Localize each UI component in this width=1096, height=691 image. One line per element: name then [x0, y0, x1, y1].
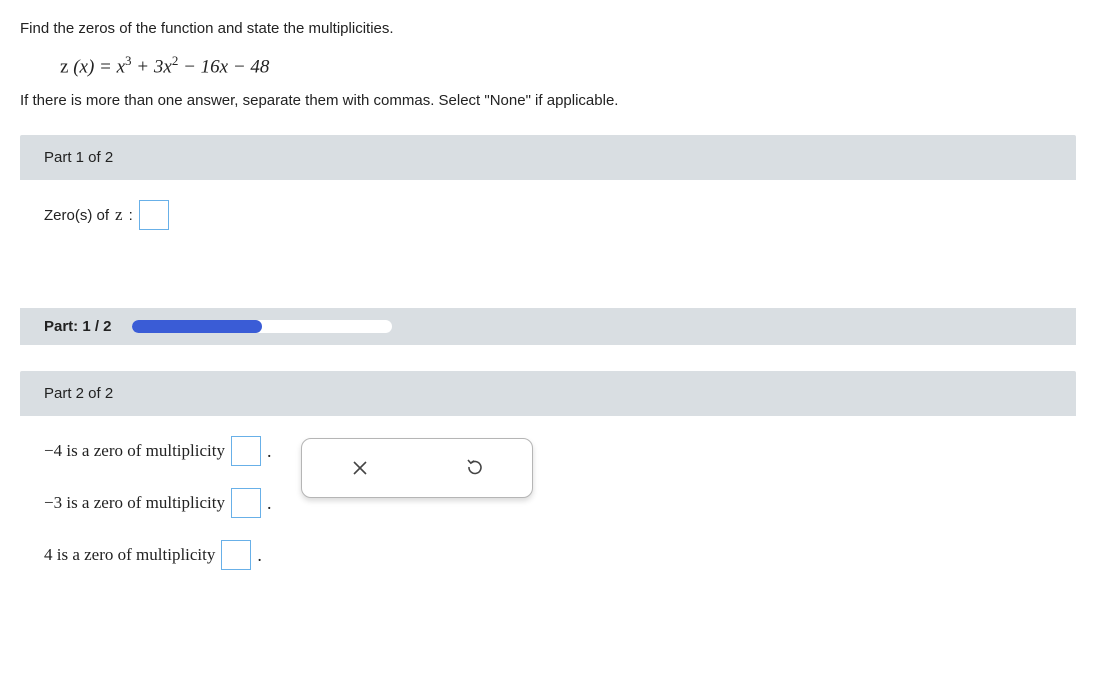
- multiplicity-input-3[interactable]: [221, 540, 251, 570]
- multiplicity-input-2[interactable]: [231, 488, 261, 518]
- multiplicity-input-1[interactable]: [231, 436, 261, 466]
- part-1-header: Part 1 of 2: [20, 135, 1076, 180]
- zeros-label-fn: z: [115, 205, 123, 225]
- progress-bar-section: Part: 1 / 2: [20, 308, 1076, 345]
- part-1-body: Zero(s) of z:: [20, 180, 1076, 282]
- progress-fill: [132, 320, 262, 333]
- question-prompt: Find the zeros of the function and state…: [20, 20, 1076, 37]
- multiplicity-row: 4 is a zero of multiplicity .: [44, 540, 271, 570]
- zero-text-1: is a zero of multiplicity: [62, 441, 225, 460]
- zero-text-3: is a zero of multiplicity: [53, 545, 216, 564]
- multiplicity-row: −4 is a zero of multiplicity .: [44, 436, 271, 466]
- question-instruction: If there is more than one answer, separa…: [20, 92, 1076, 109]
- zero-value-1: −4: [44, 441, 62, 460]
- undo-icon: [465, 458, 485, 478]
- zeros-label-suffix: :: [129, 207, 133, 224]
- zeros-input[interactable]: [139, 200, 169, 230]
- zero-value-3: 4: [44, 545, 53, 564]
- part-2-header: Part 2 of 2: [20, 371, 1076, 416]
- progress-track: [132, 320, 392, 333]
- zeros-label-prefix: Zero(s) of: [44, 207, 109, 224]
- progress-label: Part: 1 / 2: [44, 318, 112, 335]
- period: .: [267, 441, 272, 462]
- multiplicity-row: −3 is a zero of multiplicity .: [44, 488, 271, 518]
- function-formula: z (x) = x3 + 3x2 − 16x − 48: [60, 53, 1076, 78]
- answer-toolbox: [301, 438, 533, 498]
- part-2-body: −4 is a zero of multiplicity . −3 is a z…: [20, 416, 1076, 622]
- reset-button[interactable]: [417, 439, 532, 497]
- zero-text-2: is a zero of multiplicity: [62, 493, 225, 512]
- clear-button[interactable]: [302, 439, 417, 497]
- period: .: [267, 493, 272, 514]
- zero-value-2: −3: [44, 493, 62, 512]
- period: .: [257, 545, 262, 566]
- close-icon: [351, 459, 369, 477]
